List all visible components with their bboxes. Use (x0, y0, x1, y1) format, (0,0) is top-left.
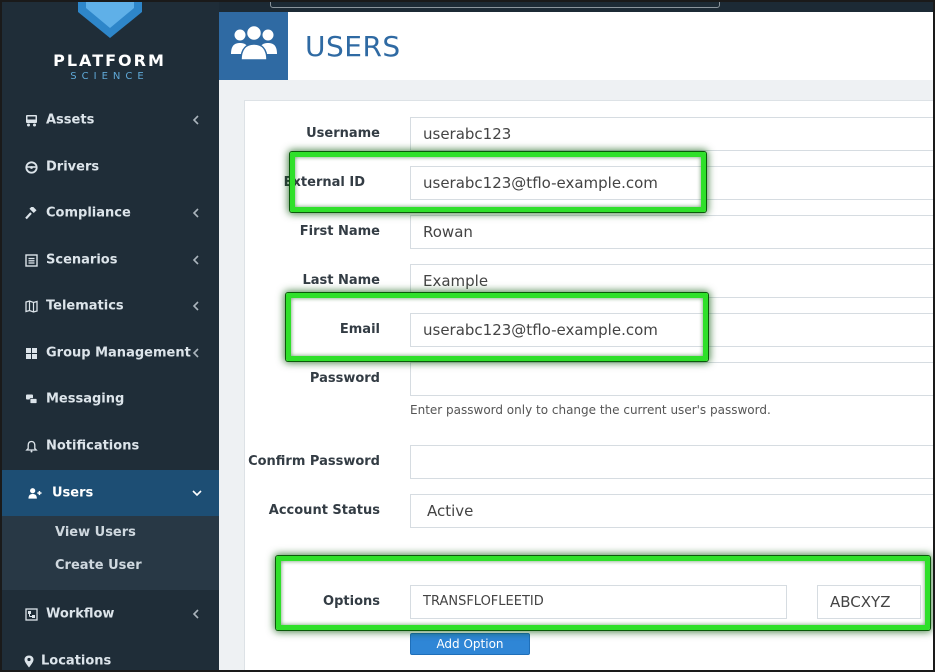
sidebar-item-label: Compliance (46, 205, 131, 221)
chevron-left-icon (192, 208, 199, 218)
sidebar-item-notifications[interactable]: Notifications (0, 423, 219, 469)
confirm-password-field[interactable] (410, 445, 935, 479)
sidebar-item-scenarios[interactable]: Scenarios (0, 237, 219, 283)
account-status-label: Account Status (268, 503, 380, 518)
chevron-left-icon (192, 348, 199, 358)
sidebar-item-label: Messaging (46, 391, 125, 407)
chevron-down-icon (192, 490, 202, 497)
sidebar-item-label: Workflow (46, 606, 115, 622)
logo[interactable]: PLATFORM SCIENCE (0, 0, 219, 100)
bell-icon (24, 439, 38, 453)
sidebar-item-compliance[interactable]: Compliance (0, 190, 219, 236)
external-id-label: External ID (283, 175, 365, 190)
sidebar-item-label: Telematics (46, 298, 124, 314)
map-icon (24, 299, 38, 313)
first-name-field[interactable]: Rowan (410, 215, 935, 249)
sidebar-item-locations[interactable]: Locations (0, 638, 219, 672)
page-header: USERS (219, 12, 935, 80)
sidebar: PLATFORM SCIENCE Assets Drivers Complian… (0, 0, 219, 672)
user-plus-icon (28, 486, 42, 500)
grid-icon (24, 346, 38, 360)
submenu-item-view-users[interactable]: View Users (55, 525, 136, 540)
external-id-field[interactable]: userabc123@tflo-example.com (410, 166, 935, 200)
sidebar-item-label: Scenarios (46, 252, 118, 268)
username-field[interactable]: userabc123 (410, 117, 935, 151)
logo-mark-icon (78, 0, 142, 38)
sidebar-item-workflow[interactable]: Workflow (0, 591, 219, 637)
sidebar-item-drivers[interactable]: Drivers (0, 144, 219, 190)
option-key-field[interactable]: TRANSFLOFLEETID (410, 585, 787, 619)
sidebar-item-label: Assets (46, 112, 95, 128)
users-submenu: View Users Create User (0, 516, 219, 590)
email-label: Email (339, 322, 380, 337)
truck-icon (24, 113, 38, 127)
sidebar-item-messaging[interactable]: Messaging (0, 376, 219, 422)
chat-icon (24, 392, 38, 406)
password-field[interactable] (410, 362, 935, 396)
account-status-select[interactable]: Active (410, 494, 935, 528)
confirm-password-label: Confirm Password (248, 454, 380, 469)
chevron-left-icon (192, 115, 199, 125)
sidebar-item-label: Locations (41, 653, 112, 669)
chevron-left-icon (192, 609, 199, 619)
last-name-field[interactable]: Example (410, 264, 935, 298)
submenu-item-create-user[interactable]: Create User (55, 558, 142, 573)
logo-subtext: SCIENCE (70, 71, 149, 82)
email-field[interactable]: userabc123@tflo-example.com (410, 313, 935, 347)
logo-text: PLATFORM (53, 51, 166, 70)
password-label: Password (309, 371, 380, 386)
first-name-label: First Name (299, 224, 380, 239)
chevron-left-icon (192, 255, 199, 265)
sidebar-item-label: Group Management (46, 345, 191, 361)
chevron-left-icon (192, 301, 199, 311)
options-label: Options (323, 594, 380, 609)
sidebar-item-users[interactable]: Users (0, 470, 219, 516)
workflow-icon (24, 607, 38, 621)
header-icon-box (219, 12, 288, 80)
sidebar-item-telematics[interactable]: Telematics (0, 283, 219, 329)
sidebar-item-label: Notifications (46, 438, 140, 454)
list-icon (24, 253, 38, 267)
users-group-icon (231, 24, 277, 61)
top-search-input[interactable] (270, 0, 720, 8)
page-title: USERS (305, 30, 401, 63)
add-option-button[interactable]: Add Option (410, 633, 530, 655)
last-name-label: Last Name (302, 273, 380, 288)
password-help-text: Enter password only to change the curren… (410, 403, 771, 417)
username-label: Username (306, 126, 380, 141)
sidebar-item-label: Drivers (46, 159, 100, 175)
sidebar-item-assets[interactable]: Assets (0, 97, 219, 143)
sidebar-item-group-management[interactable]: Group Management (0, 330, 219, 376)
steering-wheel-icon (24, 160, 38, 174)
sidebar-item-label: Users (52, 485, 94, 501)
map-marker-icon (22, 654, 36, 668)
option-value-field[interactable]: ABCXYZ (817, 585, 921, 619)
gavel-icon (24, 206, 38, 220)
